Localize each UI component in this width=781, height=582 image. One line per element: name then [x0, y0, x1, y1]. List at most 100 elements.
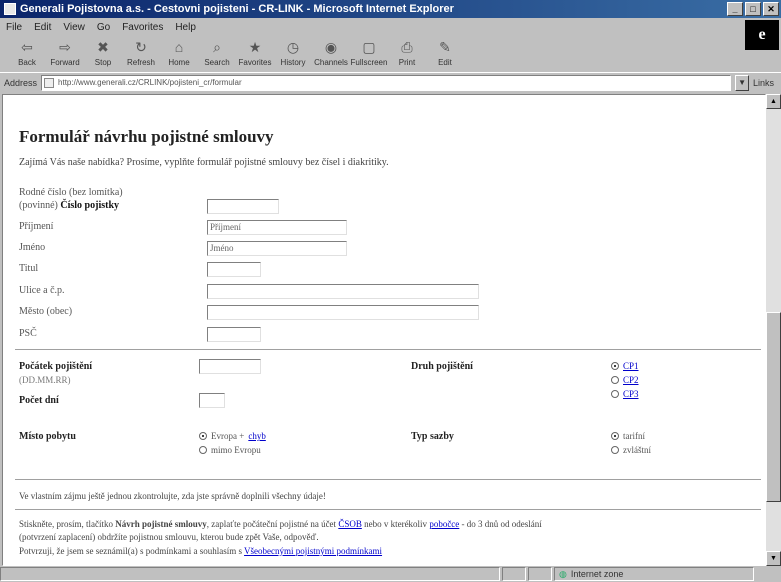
- edit-icon: ✎: [439, 38, 451, 55]
- toolbar-channels-button[interactable]: ◉ Channels: [314, 36, 348, 70]
- scroll-thumb[interactable]: [766, 312, 781, 502]
- radio-europe[interactable]: [199, 432, 207, 440]
- type-option-cp1[interactable]: CP1: [611, 361, 639, 371]
- print-icon: ⎙: [401, 38, 413, 55]
- toolbar-refresh-button[interactable]: ↻ Refresh: [124, 36, 158, 70]
- page-title: Formulář návrhu pojistné smlouvy: [19, 127, 274, 146]
- days-label: Počet dní: [19, 395, 59, 406]
- policy-number-input[interactable]: [207, 199, 279, 214]
- city-input[interactable]: [207, 305, 479, 320]
- radio-cp1[interactable]: [611, 362, 619, 370]
- address-bar: Address http://www.generali.cz/CRLINK/po…: [0, 72, 781, 92]
- divider: [15, 349, 761, 351]
- toolbar-label: Favorites: [238, 58, 272, 67]
- toolbar-history-button[interactable]: ◷ History: [276, 36, 310, 70]
- branch-link[interactable]: pobočce: [429, 519, 459, 529]
- street-input[interactable]: [207, 284, 479, 299]
- menu-go[interactable]: Go: [97, 22, 110, 33]
- toolbar-label: Fullscreen: [350, 58, 388, 67]
- toolbar-favorites-button[interactable]: ★ Favorites: [238, 36, 272, 70]
- zip-input[interactable]: [207, 327, 261, 342]
- status-secure: [528, 567, 552, 581]
- toolbar-label: History: [280, 58, 306, 67]
- toolbar-fullscreen-button[interactable]: ▢ Fullscreen: [350, 36, 388, 70]
- toolbar-forward-button[interactable]: ⇨ Forward: [48, 36, 82, 70]
- scroll-up-button[interactable]: ▲: [766, 94, 781, 109]
- rate-option-special[interactable]: zvláštní: [611, 445, 651, 455]
- place-option-outside[interactable]: mimo Evropu: [199, 445, 261, 455]
- type-option-cp3[interactable]: CP3: [611, 389, 639, 399]
- fullscreen-icon: ▢: [362, 38, 376, 55]
- menu-favorites[interactable]: Favorites: [122, 22, 163, 33]
- type-option-cp2[interactable]: CP2: [611, 375, 639, 385]
- toolbar-stop-button[interactable]: ✖ Stop: [86, 36, 120, 70]
- title-input[interactable]: [207, 262, 261, 277]
- toolbar-search-button[interactable]: ⌕ Search: [200, 36, 234, 70]
- search-icon: ⌕: [213, 38, 221, 55]
- days-input[interactable]: [199, 393, 225, 408]
- firstname-input[interactable]: Jméno: [207, 241, 347, 256]
- scroll-down-button[interactable]: ▼: [766, 551, 781, 566]
- channels-icon: ◉: [324, 38, 338, 55]
- radio-cp3[interactable]: [611, 390, 619, 398]
- menu-edit[interactable]: Edit: [34, 22, 51, 33]
- radio-special[interactable]: [611, 446, 619, 454]
- radio-cp2[interactable]: [611, 376, 619, 384]
- status-message: [0, 567, 500, 581]
- cp3-link[interactable]: CP3: [623, 389, 639, 399]
- toolbar-home-button[interactable]: ⌂ Home: [162, 36, 196, 70]
- toolbar-label: Stop: [94, 58, 112, 67]
- rate-option-tariff[interactable]: tarifní: [611, 431, 645, 441]
- address-label: Address: [4, 77, 38, 88]
- page-icon: [44, 77, 55, 88]
- firstname-label: Jméno: [19, 242, 46, 253]
- policy-number-label: (povinné) Číslo pojistky: [19, 200, 120, 211]
- back-arrow-icon: ⇦: [21, 38, 33, 55]
- toolbar-back-button[interactable]: ⇦ Back: [10, 36, 44, 70]
- address-input[interactable]: http://www.generali.cz/CRLINK/pojisteni_…: [41, 74, 732, 91]
- status-bar: ◍ Internet zone: [0, 566, 781, 582]
- cp2-link[interactable]: CP2: [623, 375, 639, 385]
- title-bar: Generali Pojistovna a.s. - Cestovni poji…: [0, 0, 781, 18]
- toolbar-label: Forward: [50, 58, 80, 67]
- place-link[interactable]: chyb: [248, 431, 266, 441]
- rate-type-label: Typ sazby: [411, 431, 454, 442]
- links-label[interactable]: Links: [753, 78, 774, 88]
- vertical-scrollbar[interactable]: ▲ ▼: [766, 94, 781, 566]
- address-dropdown-button[interactable]: ▼: [735, 74, 750, 91]
- close-button[interactable]: ✕: [763, 2, 779, 16]
- surname-input[interactable]: Příjmení: [207, 220, 347, 235]
- home-icon: ⌂: [174, 39, 184, 55]
- toolbar-label: Refresh: [126, 58, 155, 67]
- menu-help[interactable]: Help: [175, 22, 196, 33]
- globe-icon: ◍: [559, 568, 567, 579]
- favorites-icon: ★: [248, 38, 262, 55]
- radio-outside[interactable]: [199, 446, 207, 454]
- radio-tariff[interactable]: [611, 432, 619, 440]
- zip-label: PSČ: [19, 328, 37, 339]
- toolbar-print-button[interactable]: ⎙ Print: [390, 36, 424, 70]
- toolbar-label: Back: [18, 58, 36, 67]
- history-icon: ◷: [286, 38, 300, 55]
- zone-label: Internet zone: [570, 569, 624, 579]
- place-option-europe[interactable]: Evropa + chyb: [199, 431, 266, 441]
- cp1-link[interactable]: CP1: [623, 361, 639, 371]
- menu-view[interactable]: View: [63, 22, 85, 33]
- agreement-note: Potvrzuji, že jsem se seznámil(a) s podm…: [19, 546, 383, 556]
- maximize-button[interactable]: □: [745, 2, 761, 16]
- submit-note: Stiskněte, prosím, tlačítko Návrh pojist…: [19, 519, 542, 529]
- divider-2: [15, 479, 761, 481]
- intro-text: Zajímá Vás naše nabídka? Prosíme, vyplňt…: [19, 157, 389, 168]
- toolbar-label: Channels: [314, 58, 348, 67]
- street-label: Ulice a č.p.: [19, 285, 65, 296]
- conditions-link[interactable]: Všeobecnými pojistnými podmínkami: [244, 546, 382, 556]
- start-date-input[interactable]: [199, 359, 261, 374]
- minimize-button[interactable]: _: [727, 2, 743, 16]
- menu-file[interactable]: File: [6, 22, 22, 33]
- forward-arrow-icon: ⇨: [59, 38, 71, 55]
- toolbar-edit-button[interactable]: ✎ Edit: [428, 36, 462, 70]
- csob-link[interactable]: ČSOB: [338, 519, 362, 529]
- stop-icon: ✖: [97, 38, 109, 55]
- toolbar-label: Edit: [438, 58, 452, 67]
- address-url: http://www.generali.cz/CRLINK/pojisteni_…: [58, 78, 242, 87]
